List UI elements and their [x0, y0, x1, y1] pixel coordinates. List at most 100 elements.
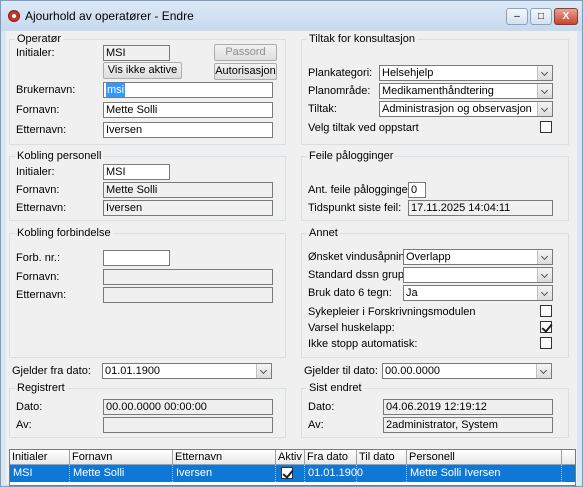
- group-title: Feile pålogginger: [307, 150, 396, 163]
- plan-category-dropdown[interactable]: Helsehjelp: [379, 65, 553, 81]
- group-title: Annet: [307, 227, 340, 240]
- valid-to-value: 00.00.0000: [385, 365, 441, 377]
- measures-group: Tiltak for konsultasjon Plankategori: He…: [301, 33, 569, 145]
- changed-date-field: 04.06.2019 12:19:12: [383, 399, 553, 415]
- cell-fra-dato: 01.01.1900: [305, 465, 363, 482]
- lastname-label: Etternavn:: [16, 124, 67, 136]
- lastname-field[interactable]: Iversen: [103, 122, 273, 138]
- group-title: Sist endret: [307, 382, 364, 395]
- col-header-fra-dato[interactable]: Fra dato: [305, 450, 357, 465]
- plan-category-value: Helsehjelp: [382, 67, 434, 79]
- changed-by-label: Av:: [308, 419, 324, 431]
- password-button[interactable]: Passord: [214, 44, 277, 61]
- window-opening-value: Overlapp: [406, 251, 451, 263]
- startup-label: Velg tiltak ved oppstart: [308, 122, 419, 134]
- window-opening-label: Ønsket vindusåpning:: [308, 251, 414, 263]
- last-failure-label: Tidspunkt siste feil:: [308, 202, 402, 214]
- nurse-checkbox[interactable]: [540, 305, 552, 317]
- date6-dropdown[interactable]: Ja: [403, 285, 553, 301]
- group-title: Registrert: [15, 382, 67, 395]
- chevron-down-icon[interactable]: [256, 364, 271, 378]
- reminder-checkbox[interactable]: [540, 321, 552, 333]
- maximize-button[interactable]: □: [530, 8, 552, 25]
- chevron-down-icon[interactable]: [536, 364, 551, 378]
- failed-count-field[interactable]: 0: [408, 182, 426, 198]
- chevron-down-icon[interactable]: [537, 286, 552, 300]
- title-bar[interactable]: Ajourhold av operatører - Endre – □ X: [1, 1, 582, 31]
- username-label: Brukernavn:: [16, 84, 76, 96]
- chevron-down-icon[interactable]: [537, 102, 552, 116]
- window-title: Ajourhold av operatører - Endre: [25, 9, 194, 23]
- valid-to-picker[interactable]: 00.00.0000: [382, 363, 552, 379]
- registered-date-field: 00.00.0000 00:00:00: [103, 399, 273, 415]
- plan-area-dropdown[interactable]: Medikamenthåndtering: [379, 83, 553, 99]
- dialog-window: Ajourhold av operatører - Endre – □ X Op…: [0, 0, 583, 487]
- window-opening-dropdown[interactable]: Overlapp: [403, 249, 553, 265]
- group-title: Kobling forbindelse: [15, 227, 113, 240]
- authorization-button[interactable]: Autorisasjon: [214, 63, 277, 80]
- operator-group: Operatør Initialer: MSI Passord Vis ikke…: [9, 33, 286, 145]
- plan-area-label: Planområde:: [308, 85, 371, 97]
- col-header-filler: [562, 450, 575, 465]
- initials-field[interactable]: MSI: [103, 164, 170, 180]
- username-field[interactable]: msi: [103, 82, 273, 98]
- table-row[interactable]: MSI Mette Solli Iversen 01.01.1900 Mette…: [10, 465, 575, 482]
- col-header-til-dato[interactable]: Til dato: [357, 450, 407, 465]
- firstname-label: Fornavn:: [16, 184, 60, 196]
- connection-link-group: Kobling forbindelse Forb. nr.: Fornavn: …: [9, 227, 286, 358]
- lastname-field: [103, 287, 273, 303]
- registered-by-label: Av:: [16, 419, 32, 431]
- last-changed-group: Sist endret Dato: 04.06.2019 12:19:12 Av…: [301, 382, 569, 438]
- measure-value: Administrasjon og observasjon: [382, 103, 532, 115]
- dialog-client: Operatør Initialer: MSI Passord Vis ikke…: [6, 31, 577, 484]
- col-header-aktiv[interactable]: Aktiv: [276, 450, 305, 465]
- firstname-field[interactable]: Mette Solli: [103, 102, 273, 118]
- app-icon: [8, 10, 20, 22]
- username-value: msi: [106, 83, 126, 97]
- chevron-down-icon[interactable]: [537, 84, 552, 98]
- standard-group-dropdown[interactable]: [403, 267, 553, 283]
- cell-initialer: MSI: [10, 465, 70, 482]
- startup-checkbox[interactable]: [540, 121, 552, 133]
- plan-category-label: Plankategori:: [308, 67, 373, 79]
- firstname-field: [103, 269, 273, 285]
- group-title: Kobling personell: [15, 150, 104, 163]
- plan-area-value: Medikamenthåndtering: [382, 85, 494, 97]
- other-group: Annet Ønsket vindusåpning: Overlapp Stan…: [301, 227, 569, 358]
- col-header-fornavn[interactable]: Fornavn: [70, 450, 173, 465]
- close-button[interactable]: X: [554, 8, 578, 25]
- chevron-down-icon[interactable]: [537, 66, 552, 80]
- measure-label: Tiltak:: [308, 103, 337, 115]
- chevron-down-icon[interactable]: [537, 268, 552, 282]
- measure-dropdown[interactable]: Administrasjon og observasjon: [379, 101, 553, 117]
- col-header-etternavn[interactable]: Etternavn: [173, 450, 276, 465]
- autostop-checkbox[interactable]: [540, 337, 552, 349]
- cell-aktiv: [276, 465, 305, 482]
- active-checkbox[interactable]: [281, 467, 293, 479]
- valid-to-label: Gjelder til dato:: [304, 365, 378, 377]
- firstname-label: Fornavn:: [16, 104, 60, 116]
- firstname-label: Fornavn:: [16, 271, 60, 283]
- initials-label: Initialer:: [16, 47, 55, 59]
- col-header-personell[interactable]: Personell: [407, 450, 562, 465]
- date6-label: Bruk dato 6 tegn:: [308, 287, 392, 299]
- valid-from-picker[interactable]: 01.01.1900: [102, 363, 272, 379]
- valid-from-label: Gjelder fra dato:: [12, 365, 91, 377]
- operators-table[interactable]: Initialer Fornavn Etternavn Aktiv Fra da…: [9, 449, 576, 486]
- group-title: Tiltak for konsultasjon: [307, 33, 417, 46]
- cell-til-dato: [357, 465, 407, 482]
- valid-from-value: 01.01.1900: [105, 365, 161, 377]
- autostop-label: Ikke stopp automatisk:: [308, 338, 418, 350]
- lastname-field: Iversen: [103, 200, 273, 216]
- minimize-button[interactable]: –: [506, 8, 528, 25]
- reminder-label: Varsel huskelapp:: [308, 322, 395, 334]
- cell-personell: Mette Solli Iversen: [407, 465, 562, 482]
- col-header-initialer[interactable]: Initialer: [10, 450, 70, 465]
- failed-logins-group: Feile pålogginger Ant. feile pålogginger…: [301, 150, 569, 221]
- date6-value: Ja: [406, 287, 418, 299]
- chevron-down-icon[interactable]: [537, 250, 552, 264]
- initials-field[interactable]: MSI: [103, 45, 170, 61]
- forb-field[interactable]: [103, 250, 170, 266]
- show-inactive-button[interactable]: Vis ikke aktive: [103, 62, 182, 79]
- changed-by-field: 2administrator, System: [383, 417, 553, 433]
